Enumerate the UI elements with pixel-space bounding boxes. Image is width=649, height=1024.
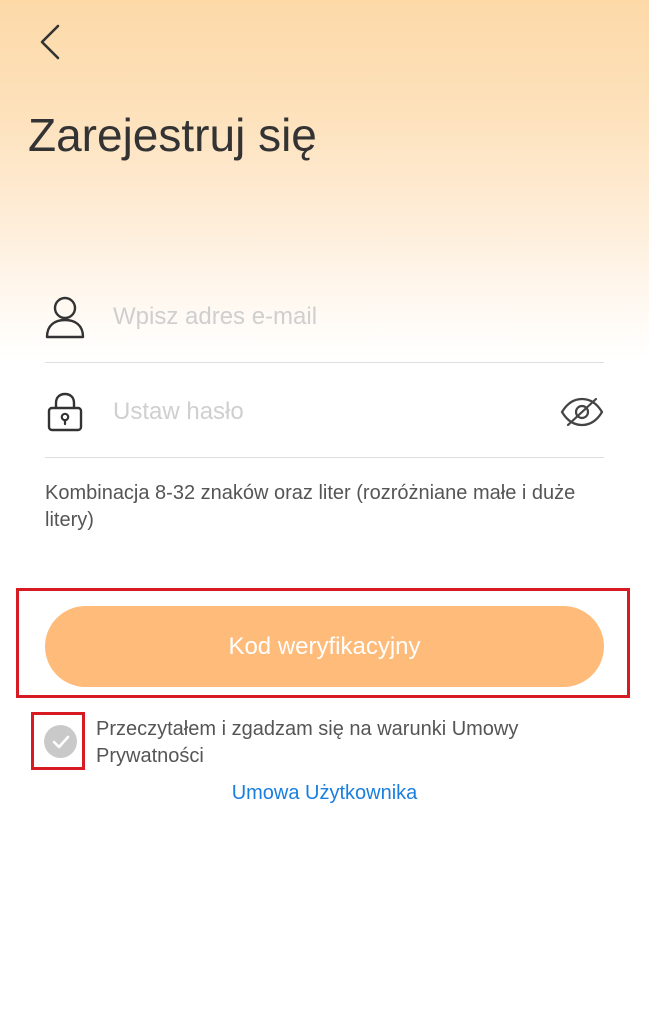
email-input[interactable] [113,297,604,337]
email-field-row [45,272,604,363]
password-input[interactable] [113,392,560,432]
page-title: Zarejestruj się [28,109,317,161]
user-icon [45,295,85,339]
lock-icon [45,390,85,434]
eye-off-icon[interactable] [560,395,604,429]
agreement-checkbox[interactable] [44,725,77,758]
user-agreement-link[interactable]: Umowa Użytkownika [0,782,649,805]
verification-code-button[interactable]: Kod weryfikacyjny [45,606,604,687]
password-field-row [45,367,604,458]
agreement-text: Przeczytałem i zgadzam się na warunki Um… [96,718,519,767]
checkmark-icon [52,735,69,748]
password-hint: Kombinacja 8-32 znaków oraz liter (rozró… [45,482,576,531]
back-button[interactable] [28,20,72,64]
chevron-left-icon [40,24,60,60]
